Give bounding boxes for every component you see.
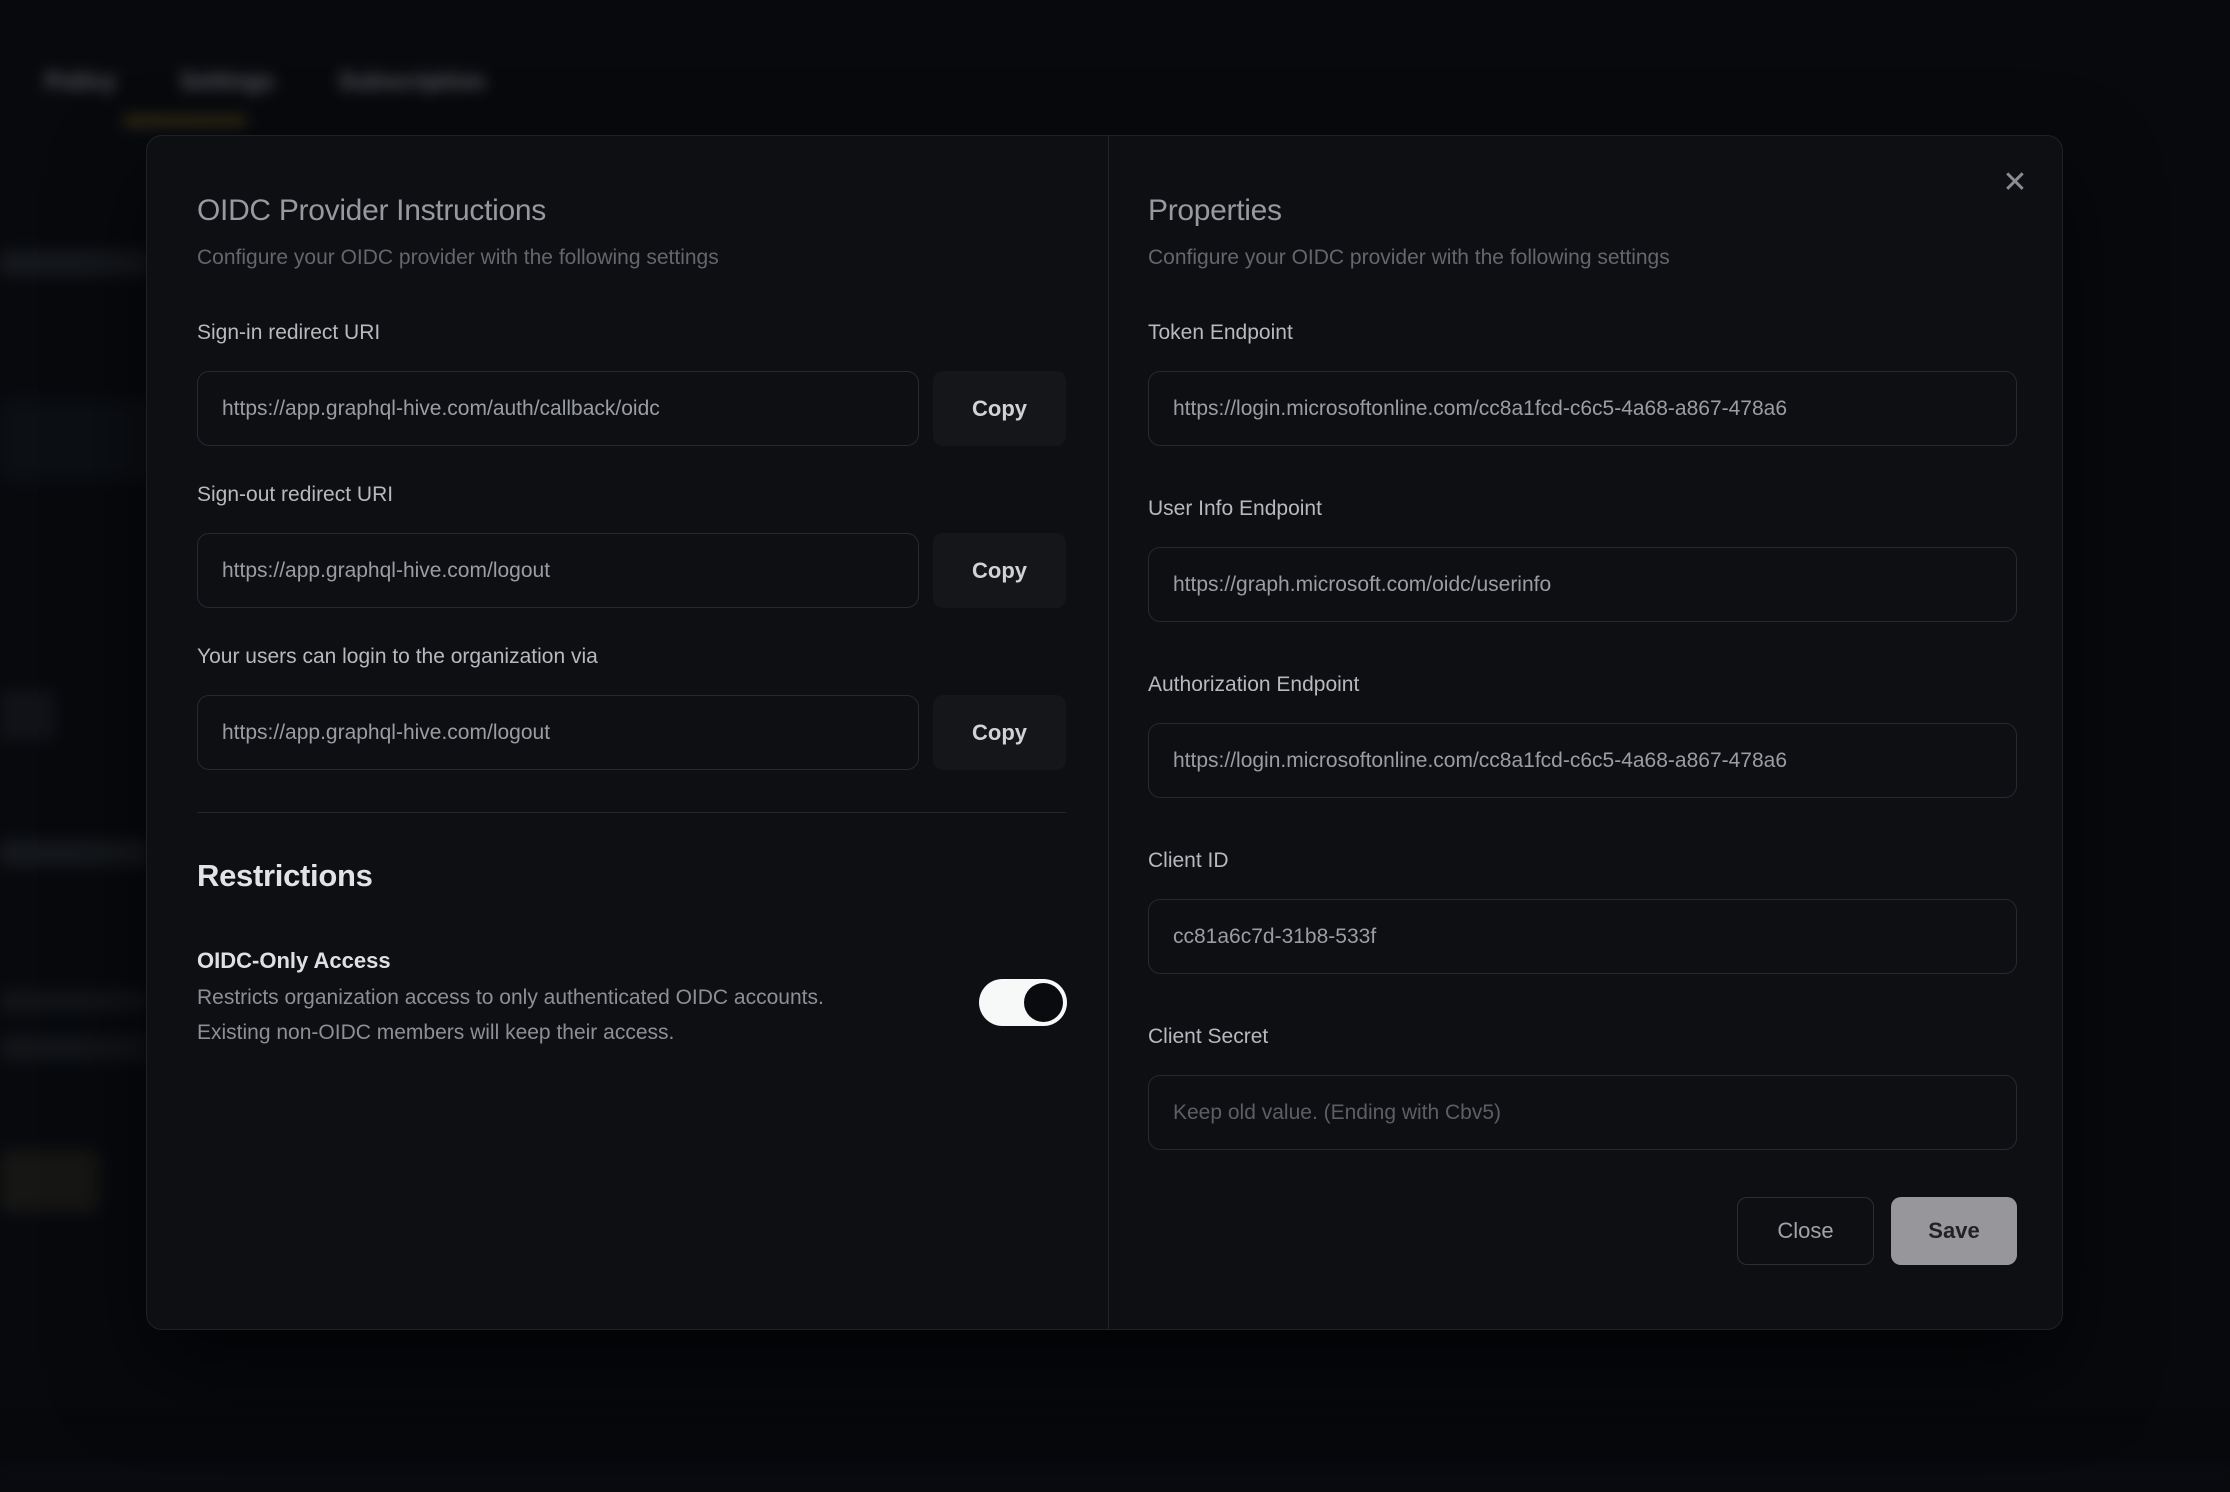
userinfo-endpoint-label: User Info Endpoint bbox=[1148, 497, 1322, 521]
close-button[interactable]: Close bbox=[1737, 1197, 1874, 1265]
copy-signout-button[interactable]: Copy bbox=[933, 533, 1066, 608]
client-id-label: Client ID bbox=[1148, 849, 1229, 873]
signin-redirect-input[interactable] bbox=[197, 371, 919, 446]
login-via-label: Your users can login to the organization… bbox=[197, 645, 598, 669]
column-divider bbox=[1108, 136, 1109, 1329]
token-endpoint-label: Token Endpoint bbox=[1148, 321, 1293, 345]
signout-redirect-input[interactable] bbox=[197, 533, 919, 608]
client-secret-label: Client Secret bbox=[1148, 1025, 1268, 1049]
save-button[interactable]: Save bbox=[1891, 1197, 2017, 1265]
copy-signin-button[interactable]: Copy bbox=[933, 371, 1066, 446]
copy-login-via-button[interactable]: Copy bbox=[933, 695, 1066, 770]
properties-column: Properties Configure your OIDC provider … bbox=[1148, 136, 2017, 1329]
properties-title: Properties bbox=[1148, 194, 1282, 228]
oidc-only-access-description-line1: Restricts organization access to only au… bbox=[197, 986, 824, 1010]
oidc-only-access-toggle[interactable] bbox=[979, 979, 1067, 1026]
client-id-input[interactable] bbox=[1148, 899, 2017, 974]
restrictions-title: Restrictions bbox=[197, 858, 373, 894]
client-secret-input[interactable] bbox=[1148, 1075, 2017, 1150]
instructions-column: OIDC Provider Instructions Configure you… bbox=[197, 136, 1066, 1329]
oidc-only-access-label: OIDC-Only Access bbox=[197, 948, 391, 974]
properties-subtitle: Configure your OIDC provider with the fo… bbox=[1148, 246, 1670, 270]
login-via-input[interactable] bbox=[197, 695, 919, 770]
instructions-title: OIDC Provider Instructions bbox=[197, 194, 546, 228]
section-divider bbox=[197, 812, 1066, 813]
authorization-endpoint-label: Authorization Endpoint bbox=[1148, 673, 1359, 697]
instructions-subtitle: Configure your OIDC provider with the fo… bbox=[197, 246, 719, 270]
signout-redirect-label: Sign-out redirect URI bbox=[197, 483, 393, 507]
oidc-settings-dialog: ✕ OIDC Provider Instructions Configure y… bbox=[146, 135, 2063, 1330]
userinfo-endpoint-input[interactable] bbox=[1148, 547, 2017, 622]
signin-redirect-label: Sign-in redirect URI bbox=[197, 321, 380, 345]
token-endpoint-input[interactable] bbox=[1148, 371, 2017, 446]
dialog-actions: Close Save bbox=[1737, 1197, 2017, 1265]
authorization-endpoint-input[interactable] bbox=[1148, 723, 2017, 798]
toggle-knob bbox=[1024, 983, 1063, 1022]
oidc-only-access-description-line2: Existing non-OIDC members will keep thei… bbox=[197, 1021, 674, 1045]
